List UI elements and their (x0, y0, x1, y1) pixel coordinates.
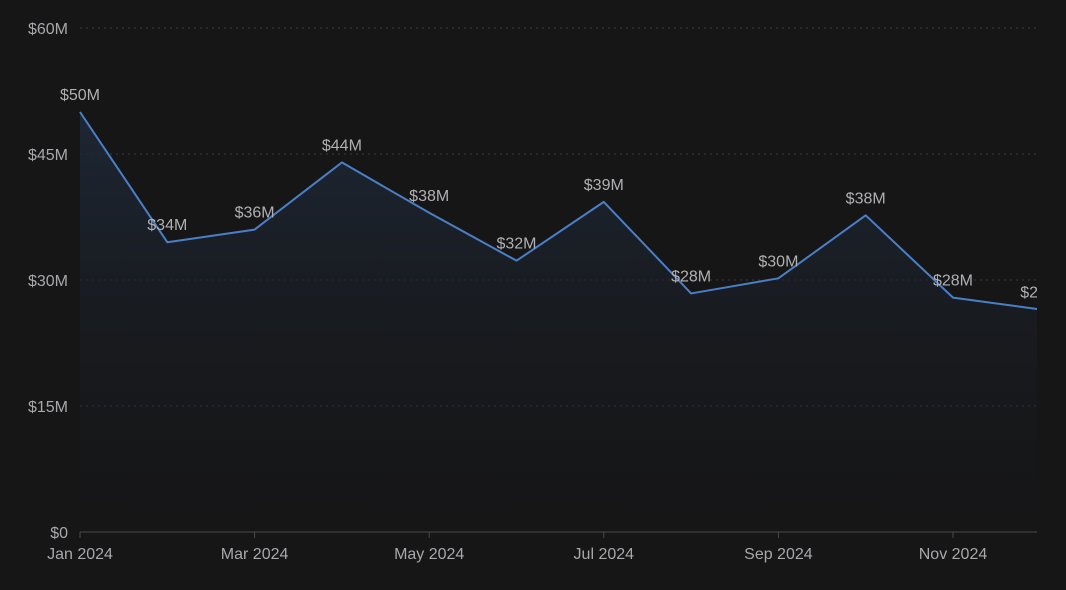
y-tick-label: $60M (28, 21, 68, 38)
x-tick-label: May 2024 (394, 546, 464, 563)
x-tick-label: Nov 2024 (919, 546, 988, 563)
x-axis-ticks: Jan 2024 Mar 2024 May 2024 Jul 2024 Sep 2024… (47, 532, 987, 563)
data-label: $34M (147, 217, 187, 234)
x-tick-label: Jan 2024 (47, 546, 113, 563)
data-label: $32M (496, 236, 536, 253)
area-fill (80, 112, 1037, 532)
chart-canvas: $50M $34M $36M $44M $38M $32M $39M $28M $30M $38M… (28, 21, 1060, 563)
y-tick-label: $0 (50, 525, 68, 542)
x-tick-label: Mar 2024 (221, 546, 289, 563)
data-label: $28M (933, 273, 973, 290)
area-fill-path (80, 112, 1037, 532)
x-tick-label: Sep 2024 (744, 546, 813, 563)
y-tick-label: $30M (28, 273, 68, 290)
data-label: $38M (409, 188, 449, 205)
x-tick-label: Jul 2024 (574, 546, 635, 563)
data-label: $28M (671, 268, 711, 285)
data-label: $38M (846, 190, 886, 207)
data-label: $36M (235, 205, 275, 222)
y-tick-label: $45M (28, 147, 68, 164)
data-label: $39M (584, 177, 624, 194)
data-label: $30M (758, 253, 798, 270)
revenue-line-chart: $50M $34M $36M $44M $38M $32M $39M $28M $30M $38M… (0, 0, 1066, 590)
data-label: $50M (60, 87, 100, 104)
data-label: $26M (1020, 284, 1060, 301)
data-label: $44M (322, 137, 362, 154)
y-tick-label: $15M (28, 399, 68, 416)
